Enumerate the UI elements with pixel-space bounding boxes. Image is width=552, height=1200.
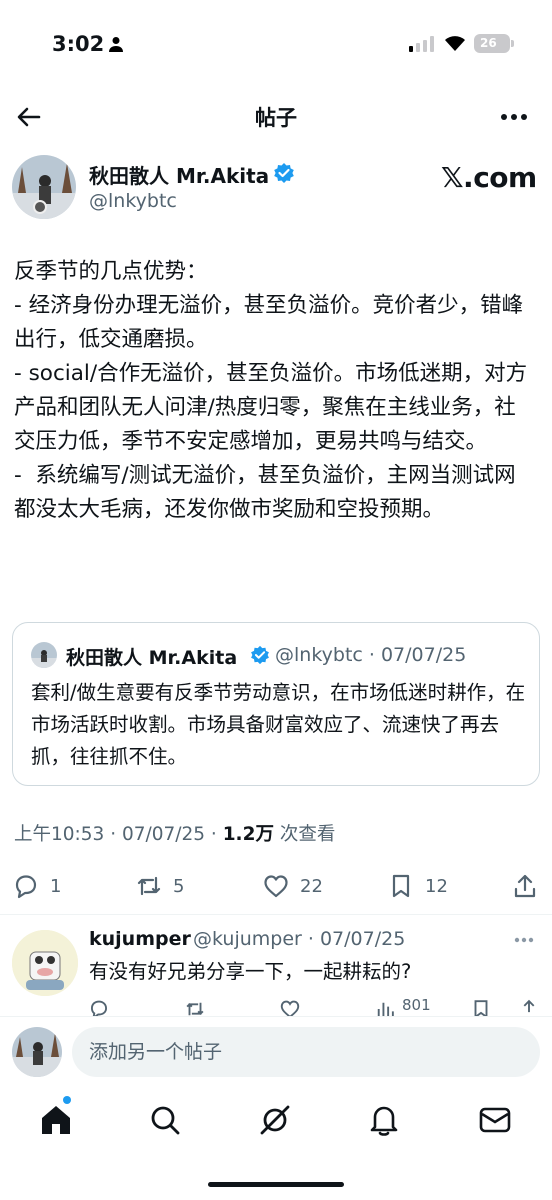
views-count: 1.2万 (222, 824, 274, 845)
heart-icon (264, 875, 288, 898)
grok-icon[interactable] (257, 1102, 293, 1138)
reply-text: 有没有好兄弟分享一下，一起耕耘的? (89, 960, 412, 983)
heart-icon (280, 1000, 300, 1018)
reply-views-button[interactable]: 801 (374, 996, 431, 1018)
author-name[interactable]: 秋田散人 Mr.Akita (89, 160, 269, 189)
post-timestamp: 上午10:53 · 07/07/25 · 1.2万 次查看 (14, 820, 335, 846)
battery-indicator: 26 (474, 34, 514, 53)
timestamp-text: 上午10:53 · 07/07/25 · (14, 824, 223, 845)
repost-button[interactable]: 5 (135, 866, 184, 906)
repost-icon (186, 1002, 204, 1016)
header: 帖子 (0, 94, 552, 140)
quoted-post-card[interactable]: 秋田散人 Mr.Akita @lnkybtc · 07/07/25 套利/做生意… (12, 622, 540, 786)
author-avatar[interactable] (12, 155, 76, 219)
home-unread-dot (63, 1096, 71, 1104)
home-icon[interactable] (38, 1102, 74, 1138)
reply-reply-button[interactable] (88, 996, 110, 1018)
views-label: 次查看 (273, 824, 336, 845)
verified-badge-icon (251, 645, 269, 665)
messages-envelope-icon[interactable] (477, 1102, 513, 1138)
bottom-nav (0, 1092, 552, 1148)
share-icon (514, 874, 536, 898)
quote-author-avatar (31, 642, 57, 668)
reply-meta: @kujumper · 07/07/25 (193, 928, 406, 950)
reply-author-name[interactable]: kujumper (89, 928, 191, 950)
action-bar: 1 5 22 12 (0, 866, 552, 906)
verified-badge-icon (274, 163, 294, 183)
compose-bar: 添加另一个帖子 (0, 1016, 552, 1086)
share-button[interactable] (511, 866, 539, 906)
views-chart-icon (377, 1002, 394, 1018)
home-indicator (208, 1182, 344, 1187)
wifi-icon (445, 36, 465, 51)
reply-action-bar: 801 (80, 996, 552, 1018)
bookmark-button[interactable]: 12 (387, 866, 448, 906)
search-icon[interactable] (147, 1102, 183, 1138)
divider (0, 914, 552, 915)
status-bar: 3:02 26 (0, 0, 552, 90)
reply-views-count: 801 (402, 996, 431, 1014)
author-handle[interactable]: @lnkybtc (89, 190, 177, 212)
bookmark-count: 12 (425, 875, 448, 897)
reply-icon (15, 875, 37, 899)
like-count: 22 (300, 875, 323, 897)
reply-repost-button[interactable] (184, 996, 206, 1018)
repost-icon (137, 876, 161, 896)
bookmark-icon (392, 874, 410, 898)
bookmark-icon (474, 1000, 488, 1018)
reply-more-options-icon[interactable] (514, 937, 534, 943)
quote-author-name: 秋田散人 Mr.Akita (66, 647, 238, 669)
reply-like-button[interactable] (279, 996, 301, 1018)
reply-count: 1 (50, 875, 62, 897)
my-avatar (12, 1027, 62, 1077)
x-com-logo: 𝕏.com (441, 161, 537, 194)
repost-count: 5 (173, 875, 185, 897)
share-icon (523, 999, 535, 1013)
page-title: 帖子 (255, 106, 297, 130)
quote-text: 套利/做生意要有反季节劳动意识，在市场低迷时耕作，在市场活跃时收割。市场具备财富… (31, 681, 526, 768)
reply-author-avatar[interactable] (12, 930, 78, 996)
reply-share-button[interactable] (518, 996, 540, 1018)
status-time: 3:02 (52, 32, 105, 56)
like-button[interactable]: 22 (262, 866, 323, 906)
compose-input[interactable]: 添加另一个帖子 (72, 1027, 540, 1077)
reply-button[interactable]: 1 (12, 866, 61, 906)
reply-icon (90, 1000, 108, 1018)
person-icon (109, 37, 123, 52)
reply-bookmark-button[interactable] (470, 996, 492, 1018)
post-text: 反季节的几点优势： - 经济身份办理无溢价，甚至负溢价。竞价者少，错峰出行，低交… (14, 259, 528, 522)
notifications-bell-icon[interactable] (366, 1102, 402, 1138)
cellular-signal-icon (409, 36, 434, 52)
more-options-icon[interactable] (500, 113, 528, 121)
quote-meta: @lnkybtc · 07/07/25 (275, 644, 467, 666)
